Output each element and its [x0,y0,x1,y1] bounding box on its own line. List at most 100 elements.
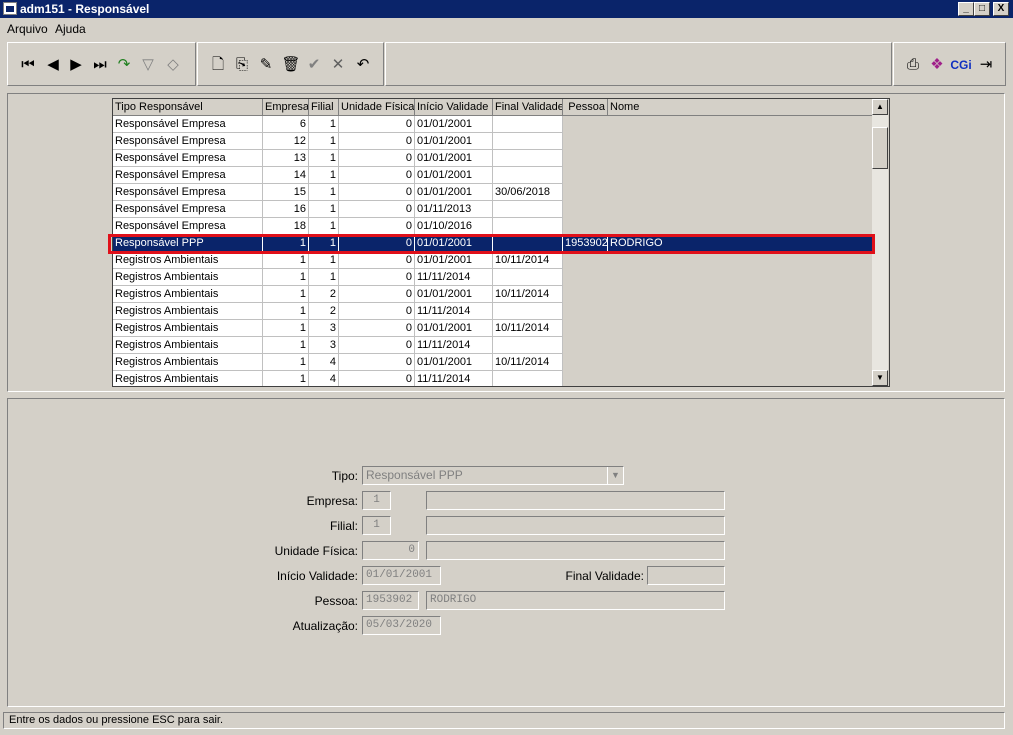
table-cell[interactable]: Responsável Empresa [113,150,263,167]
first-record-icon[interactable]: ⏮ [18,55,38,75]
table-cell[interactable] [608,218,873,235]
table-cell[interactable]: Responsável Empresa [113,167,263,184]
table-cell[interactable] [563,184,608,201]
col-tipo-responsavel-header[interactable]: Tipo Responsável [113,99,263,116]
table-cell[interactable]: 1 [263,252,309,269]
table-cell[interactable]: 11/11/2014 [415,371,493,386]
table-cell[interactable]: 01/01/2001 [415,320,493,337]
copy-icon[interactable]: ⎘ [232,55,252,75]
menu-ajuda[interactable]: Ajuda [55,22,86,36]
table-cell[interactable]: 1 [309,133,339,150]
table-cell[interactable]: 0 [339,218,415,235]
table-cell[interactable] [563,371,608,386]
table-cell[interactable]: 1 [309,116,339,133]
table-cell[interactable] [608,286,873,303]
table-cell[interactable] [608,354,873,371]
table-cell[interactable] [608,269,873,286]
table-cell[interactable]: 10/11/2014 [493,354,563,371]
table-cell[interactable] [608,184,873,201]
table-cell[interactable]: 1 [263,337,309,354]
table-cell[interactable] [563,167,608,184]
unidade-fisica-field[interactable]: 0 [362,541,419,560]
save-check-icon[interactable]: ✔ [304,55,324,75]
table-cell[interactable]: 10/11/2014 [493,252,563,269]
table-cell[interactable] [608,201,873,218]
table-cell[interactable] [563,201,608,218]
table-cell[interactable] [563,337,608,354]
table-cell[interactable]: 12 [263,133,309,150]
table-cell[interactable] [563,269,608,286]
table-cell[interactable] [563,354,608,371]
table-cell[interactable] [608,252,873,269]
table-cell[interactable]: 1 [263,320,309,337]
empresa-field[interactable]: 1 [362,491,391,510]
table-cell[interactable]: 1 [309,167,339,184]
scroll-up-icon[interactable]: ▲ [872,99,888,115]
table-cell[interactable]: 01/11/2013 [415,201,493,218]
table-cell[interactable]: 0 [339,116,415,133]
table-cell[interactable]: 01/10/2016 [415,218,493,235]
tipo-select[interactable]: Responsável PPP ▼ [362,466,624,485]
chevron-down-icon[interactable]: ▼ [607,467,623,484]
table-cell[interactable] [493,167,563,184]
table-cell[interactable]: 1 [263,303,309,320]
maximize-button[interactable]: □ [974,2,990,16]
table-cell[interactable] [493,303,563,320]
table-cell[interactable]: 01/01/2001 [415,184,493,201]
table-cell[interactable]: 1 [309,184,339,201]
cgi-icon[interactable]: CGi [949,55,973,75]
col-unidade-fisica-header[interactable]: Unidade Física [339,99,415,116]
table-cell[interactable]: 0 [339,150,415,167]
table-cell[interactable] [563,286,608,303]
table-cell[interactable]: 0 [339,371,415,386]
table-cell[interactable]: 10/11/2014 [493,320,563,337]
delete-trash-icon[interactable]: 🗑 [281,55,301,75]
table-cell[interactable]: Registros Ambientais [113,354,263,371]
table-cell[interactable]: 01/01/2001 [415,167,493,184]
scroll-thumb[interactable] [872,127,888,169]
search-icon[interactable]: ◇ [163,55,183,75]
table-cell[interactable] [563,150,608,167]
table-cell[interactable]: 1 [309,201,339,218]
table-cell[interactable] [563,133,608,150]
table-cell[interactable]: 01/01/2001 [415,133,493,150]
cancel-x-icon[interactable]: ✕ [328,55,348,75]
print-icon[interactable]: ⎙ [903,55,923,75]
prev-record-icon[interactable]: ◀ [43,55,63,75]
col-final-validade-header[interactable]: Final Validade [493,99,563,116]
table-cell[interactable]: 01/01/2001 [415,116,493,133]
table-cell[interactable]: 0 [339,167,415,184]
table-cell[interactable]: 11/11/2014 [415,337,493,354]
table-cell[interactable]: 3 [309,337,339,354]
help-book-icon[interactable]: ❖ [927,55,947,75]
edit-pencil-icon[interactable]: ✎ [256,55,276,75]
col-empresa-header[interactable]: Empresa [263,99,309,116]
table-cell[interactable]: Registros Ambientais [113,252,263,269]
table-cell[interactable]: Responsável Empresa [113,116,263,133]
table-cell[interactable] [608,150,873,167]
table-cell[interactable]: 10/11/2014 [493,286,563,303]
table-cell[interactable]: Responsável Empresa [113,218,263,235]
table-cell[interactable]: 0 [339,201,415,218]
table-cell[interactable] [608,116,873,133]
table-cell[interactable]: 16 [263,201,309,218]
table-cell[interactable]: 2 [309,286,339,303]
final-validade-field[interactable] [647,566,725,585]
table-cell[interactable] [608,371,873,386]
col-inicio-validade-header[interactable]: Início Validade [415,99,493,116]
table-cell[interactable] [493,371,563,386]
table-cell[interactable]: 18 [263,218,309,235]
table-cell[interactable]: 11/11/2014 [415,303,493,320]
table-cell[interactable]: 01/01/2001 [415,286,493,303]
col-filial-header[interactable]: Filial [309,99,339,116]
table-cell[interactable]: 0 [339,303,415,320]
scroll-down-icon[interactable]: ▼ [872,370,888,386]
table-cell[interactable]: 0 [339,252,415,269]
table-cell[interactable]: 1 [263,269,309,286]
table-cell[interactable]: 1 [309,218,339,235]
table-cell[interactable] [493,116,563,133]
table-cell[interactable]: 0 [339,133,415,150]
table-cell[interactable] [493,150,563,167]
inicio-validade-field[interactable]: 01/01/2001 [362,566,441,585]
table-cell[interactable]: 3 [309,320,339,337]
